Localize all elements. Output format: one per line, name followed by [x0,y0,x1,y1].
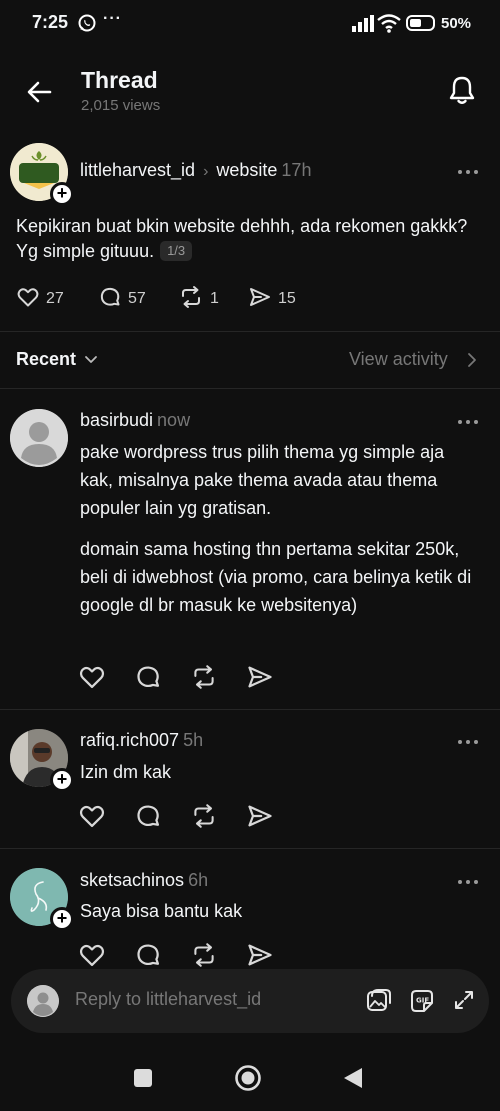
back-arrow-icon[interactable] [24,76,56,108]
comment-icon[interactable] [134,802,162,830]
battery-icon [406,15,435,31]
reply-author[interactable]: rafiq.rich007 [80,730,179,750]
gif-label: GIF [416,997,429,1005]
send-icon[interactable] [246,802,274,830]
post-community[interactable]: website [216,160,277,180]
heart-icon[interactable] [78,663,106,691]
send-icon[interactable] [246,941,274,969]
user-avatar [27,985,59,1017]
reply-actions [78,941,278,969]
signal-icon [352,15,374,37]
repost-icon[interactable] [190,941,218,969]
comment-icon [98,285,122,314]
repost-icon[interactable] [190,663,218,691]
divider [0,331,500,332]
like-button[interactable]: 27 [16,286,64,312]
reply-composer[interactable]: Reply to littleharvest_id GIF [11,969,489,1033]
gif-icon[interactable]: GIF [408,987,436,1015]
chevron-right-icon: › [203,163,209,180]
sort-dropdown[interactable]: Recent [16,349,76,370]
comment-icon[interactable] [134,663,162,691]
expand-icon[interactable] [451,987,479,1015]
chevron-down-icon[interactable] [84,352,98,371]
follow-plus-icon[interactable]: + [50,182,74,206]
wifi-icon [377,13,401,38]
back-triangle-icon[interactable] [342,1067,364,1094]
battery-level-fill [410,19,421,27]
share-button[interactable]: 15 [248,286,296,312]
divider [0,709,500,710]
reply-paragraph: Saya bisa bantu kak [80,901,243,921]
notification-bell-icon[interactable] [444,72,480,108]
comment-icon[interactable] [134,941,162,969]
reply-meta: basirbudi now [80,410,190,431]
heart-icon[interactable] [78,941,106,969]
post-meta: littleharvest_id › website 17h [80,160,311,181]
whatsapp-icon [77,13,97,38]
reply-meta: rafiq.rich007 5h [80,730,203,751]
post-text: Kepikiran buat bkin website dehhh, ada r… [16,214,476,264]
reply-count: 57 [128,290,146,307]
share-count: 15 [278,290,296,307]
system-nav-bar [0,1050,500,1111]
status-time: 7:25 [32,12,69,32]
heart-icon[interactable] [78,802,106,830]
like-count: 27 [46,290,64,307]
reply-actions [78,663,278,691]
reply-paragraph: Izin dm kak [80,762,172,782]
post-body: Kepikiran buat bkin website dehhh, ada r… [16,216,468,261]
thread-header: Thread 2,015 views [0,62,500,122]
reply-button[interactable]: 57 [98,286,146,312]
gallery-icon[interactable] [364,987,392,1015]
reply-actions [78,802,278,830]
chevron-right-icon[interactable] [466,352,478,373]
repost-icon[interactable] [190,802,218,830]
more-options-icon[interactable] [454,732,482,752]
page-indicator: 1/3 [160,241,193,261]
status-bar: 7:25 ··· 50% [0,0,500,50]
more-options-icon[interactable] [454,872,482,892]
page-title: Thread [81,67,158,93]
reply-paragraph: domain sama hosting thn pertama sekitar … [80,539,472,615]
reply-meta: sketsachinos 6h [80,870,208,891]
reply-time: now [157,410,191,430]
follow-plus-icon[interactable]: + [50,768,74,792]
follow-plus-icon[interactable]: + [50,907,74,931]
repost-count: 1 [210,290,219,307]
reply-author[interactable]: sketsachinos [80,870,184,890]
status-overflow-dots: ··· [103,10,122,27]
more-options-icon[interactable] [454,162,482,182]
more-options-icon[interactable] [454,412,482,432]
send-icon[interactable] [246,663,274,691]
post-actions: 27 57 1 15 [16,285,336,314]
heart-icon [16,285,40,314]
divider [0,848,500,849]
reply-paragraph: pake wordpress trus pilih thema yg simpl… [80,442,445,518]
reply-author[interactable]: basirbudi [80,410,153,430]
view-activity-link[interactable]: View activity [349,349,448,370]
reply-input[interactable]: Reply to littleharvest_id [75,989,261,1010]
repost-icon [178,285,204,314]
reply-time: 5h [183,730,204,750]
home-icon[interactable] [234,1064,262,1097]
recent-apps-icon[interactable] [133,1068,153,1093]
divider [0,388,500,389]
repost-button[interactable]: 1 [178,285,219,314]
post-time: 17h [281,160,312,180]
send-icon [248,285,272,314]
avatar[interactable] [10,409,68,467]
view-count: 2,015 views [81,97,161,114]
battery-percent: 50% [441,15,472,32]
threads-screen: 7:25 ··· 50% Thread 2,015 views + little… [0,0,500,1111]
reply-time: 6h [188,870,209,890]
post-author[interactable]: littleharvest_id [80,160,195,180]
